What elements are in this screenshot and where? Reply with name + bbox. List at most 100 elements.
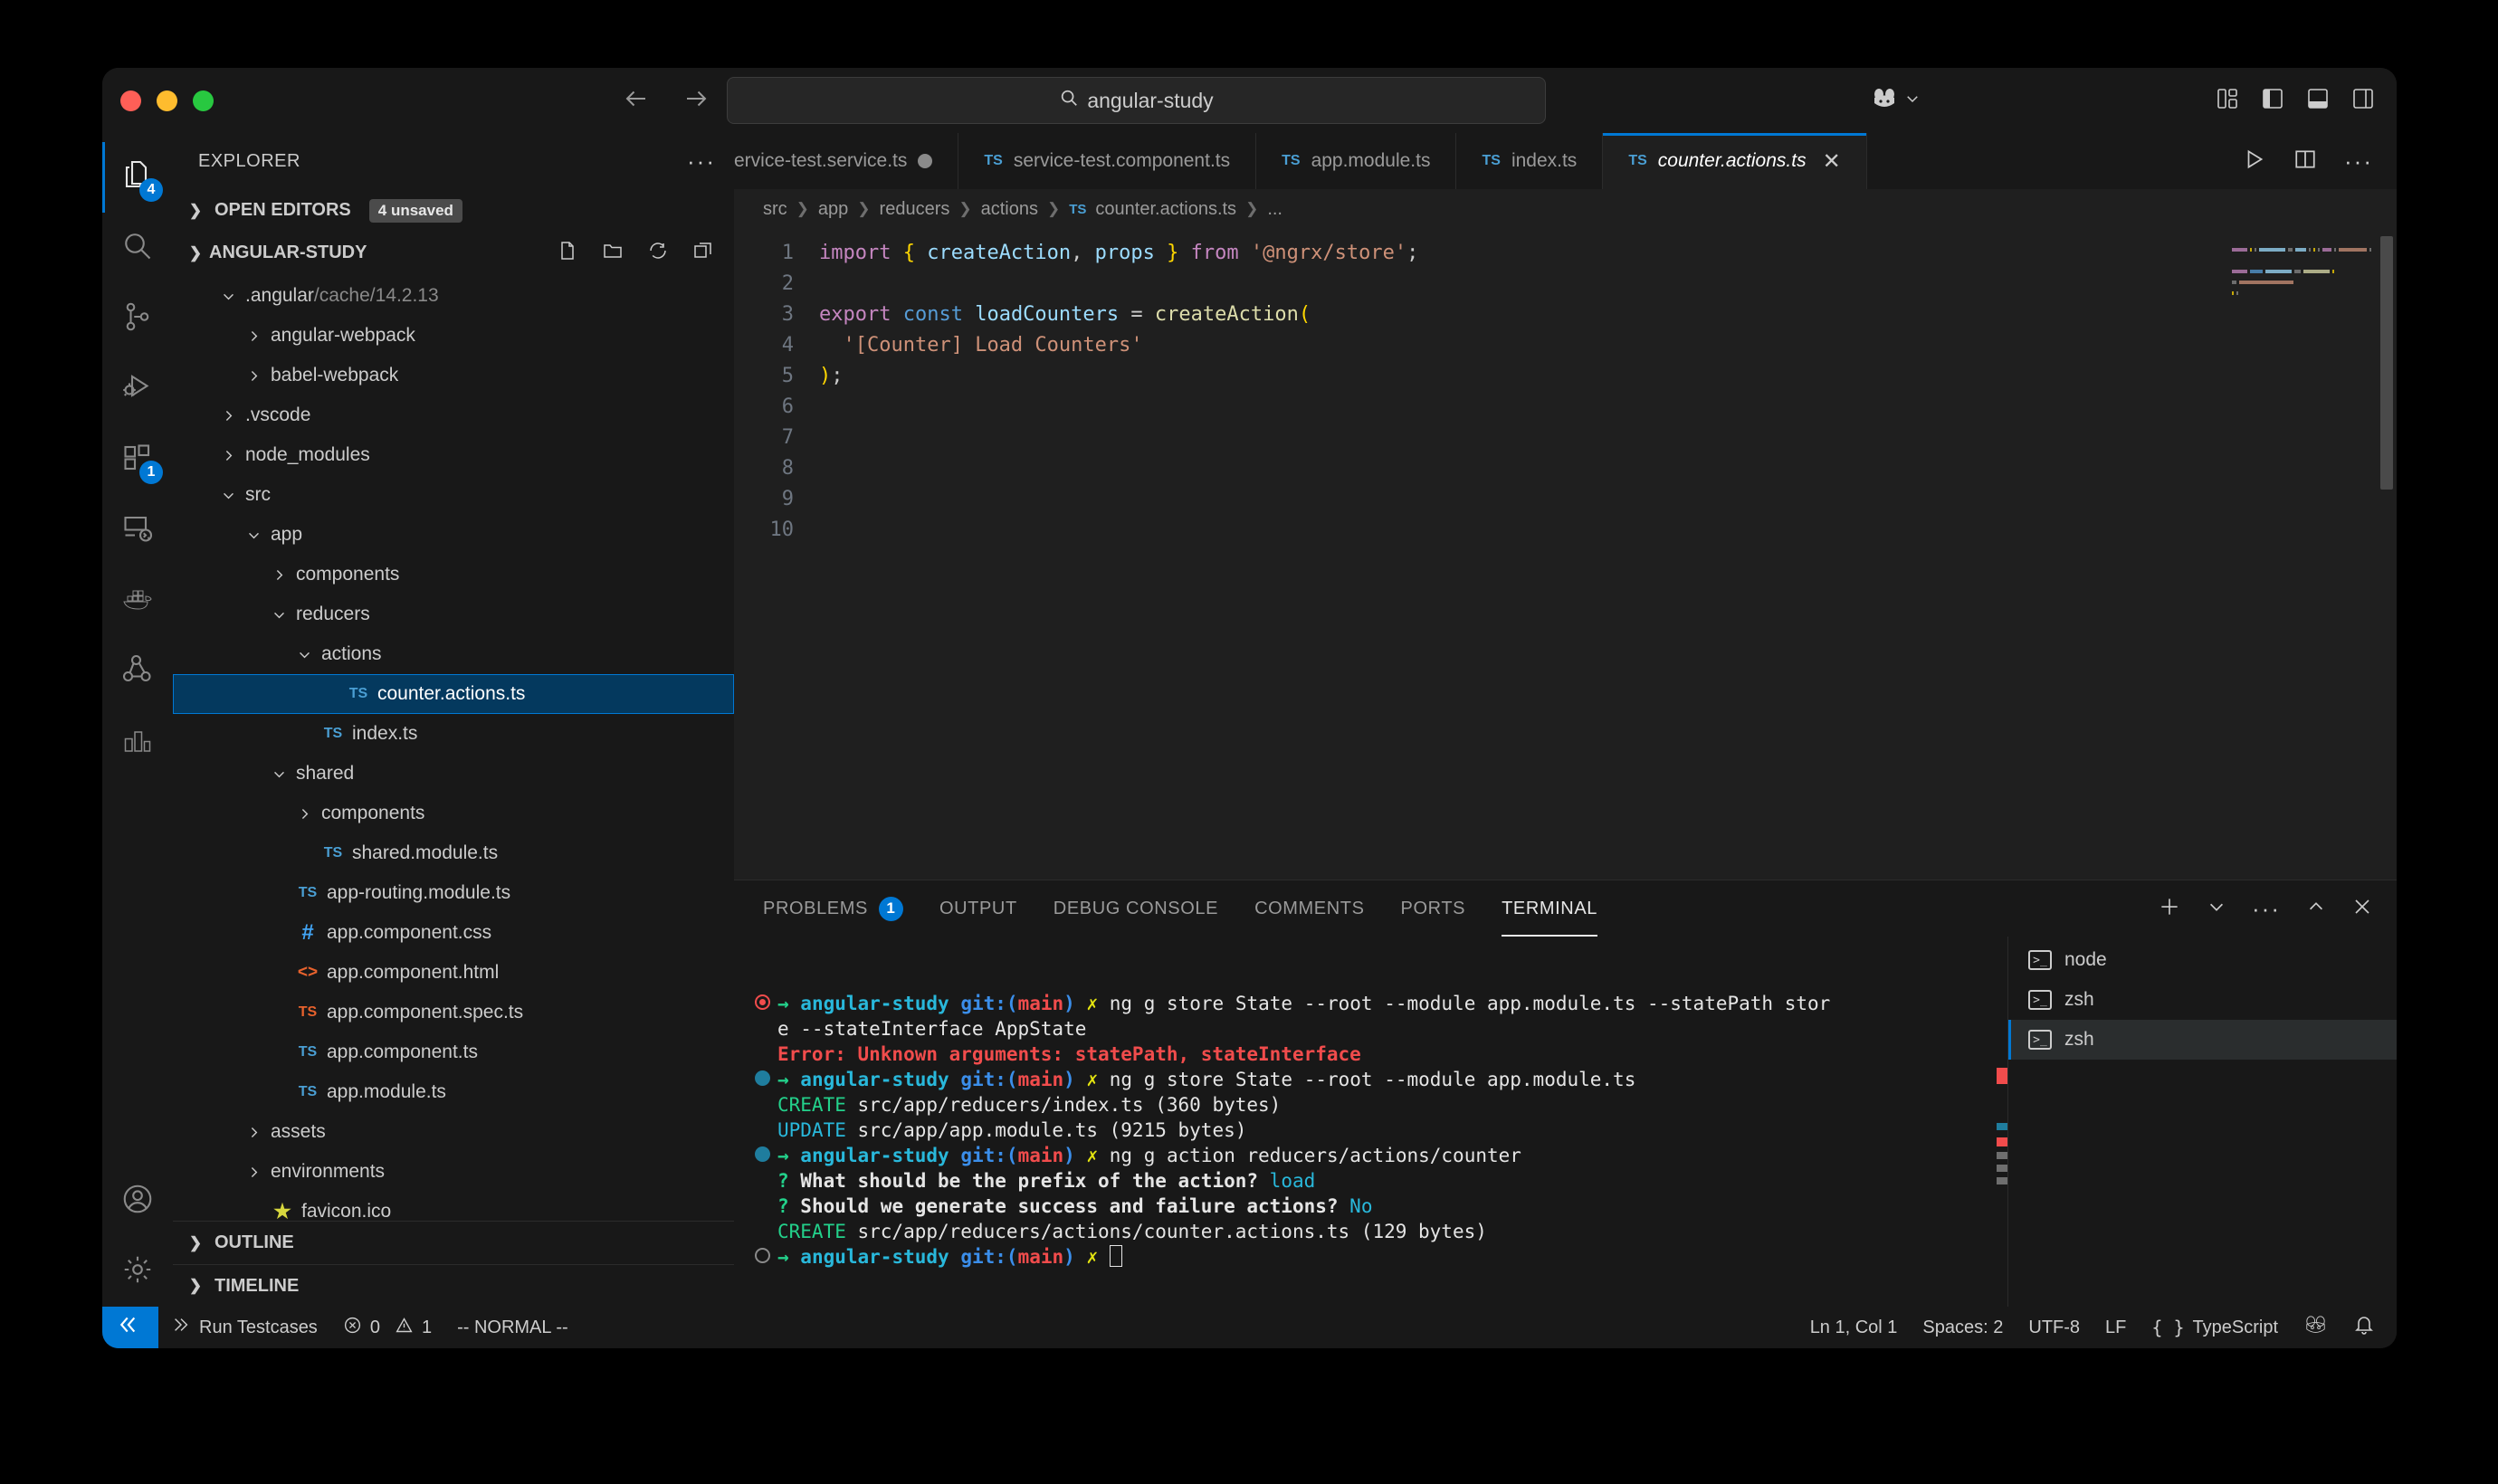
- chevron-right-icon[interactable]: [240, 1125, 267, 1140]
- problems-status-button[interactable]: 0 1: [330, 1307, 444, 1348]
- chevron-down-icon[interactable]: [215, 488, 242, 503]
- customize-layout-icon[interactable]: [2216, 87, 2239, 115]
- close-icon[interactable]: [2351, 896, 2373, 922]
- copilot-status-button[interactable]: [2291, 1307, 2341, 1348]
- tree-folder-row[interactable]: components: [173, 555, 734, 595]
- breadcrumb-item[interactable]: app: [818, 199, 848, 220]
- sidebar-item-remote-explorer[interactable]: [102, 495, 173, 566]
- sidebar-item-search[interactable]: [102, 213, 173, 283]
- breadcrumb-item[interactable]: src: [763, 199, 787, 220]
- tree-folder-row[interactable]: src: [173, 475, 734, 515]
- language-mode-button[interactable]: { } TypeScript: [2139, 1307, 2291, 1348]
- chevron-right-icon[interactable]: [265, 567, 292, 583]
- sidebar-item-docker[interactable]: [102, 566, 173, 636]
- chevron-right-icon[interactable]: [240, 1165, 267, 1180]
- toggle-secondary-sidebar-icon[interactable]: [2351, 87, 2375, 115]
- run-icon[interactable]: [2243, 147, 2266, 176]
- code-content[interactable]: import { createAction, props } from '@ng…: [806, 229, 2397, 880]
- refresh-icon[interactable]: [647, 240, 669, 267]
- tree-folder-row[interactable]: angular-webpack: [173, 316, 734, 356]
- chevron-down-icon[interactable]: [215, 289, 242, 304]
- panel-tab[interactable]: PROBLEMS1: [763, 880, 903, 937]
- breadcrumb-item[interactable]: ...: [1267, 199, 1282, 220]
- arrow-right-icon[interactable]: [682, 85, 710, 117]
- chevron-down-icon[interactable]: [291, 647, 318, 662]
- tree-file-row[interactable]: TSapp.component.ts: [173, 1032, 734, 1072]
- remote-window-button[interactable]: [102, 1307, 158, 1348]
- new-file-icon[interactable]: [557, 240, 578, 267]
- minimap[interactable]: [2232, 229, 2377, 880]
- editor-tab[interactable]: ervice-test.service.ts: [734, 133, 958, 189]
- chevron-right-icon[interactable]: [215, 448, 242, 463]
- chevron-up-icon[interactable]: [2306, 897, 2326, 921]
- minimize-window-button[interactable]: [157, 90, 177, 111]
- tree-file-row[interactable]: TSapp.module.ts: [173, 1072, 734, 1112]
- breadcrumb-item[interactable]: reducers: [880, 199, 950, 220]
- arrow-left-icon[interactable]: [623, 85, 650, 117]
- indentation-button[interactable]: Spaces: 2: [1910, 1307, 2016, 1348]
- chevron-down-icon[interactable]: [265, 607, 292, 623]
- chevron-down-icon[interactable]: [240, 528, 267, 543]
- new-terminal-icon[interactable]: [2158, 895, 2181, 923]
- sidebar-item-accounts[interactable]: [102, 1165, 173, 1236]
- more-actions-icon[interactable]: ···: [2344, 147, 2373, 176]
- chevron-down-icon[interactable]: [265, 766, 292, 782]
- sidebar-item-settings[interactable]: [102, 1236, 173, 1307]
- tree-folder-row[interactable]: shared: [173, 754, 734, 794]
- chevron-right-icon[interactable]: [240, 328, 267, 344]
- encoding-button[interactable]: UTF-8: [2016, 1307, 2093, 1348]
- sidebar-item-explorer[interactable]: 4: [102, 142, 173, 213]
- tree-folder-row[interactable]: babel-webpack: [173, 356, 734, 395]
- cursor-position-button[interactable]: Ln 1, Col 1: [1797, 1307, 1911, 1348]
- tree-file-row[interactable]: ★favicon.ico: [173, 1192, 734, 1221]
- eol-button[interactable]: LF: [2093, 1307, 2139, 1348]
- code-editor[interactable]: 12345678910 import { createAction, props…: [734, 229, 2397, 880]
- explorer-more-actions-icon[interactable]: ···: [687, 147, 716, 176]
- sidebar-item-project-manager[interactable]: [102, 707, 173, 777]
- toggle-primary-sidebar-icon[interactable]: [2261, 87, 2284, 115]
- tree-folder-row[interactable]: actions: [173, 634, 734, 674]
- chevron-right-icon[interactable]: [240, 368, 267, 384]
- tree-folder-row[interactable]: components: [173, 794, 734, 833]
- sidebar-item-source-control[interactable]: [102, 283, 173, 354]
- chevron-right-icon[interactable]: [215, 408, 242, 423]
- terminal-list-item[interactable]: >_node: [2008, 940, 2397, 980]
- terminal-list-item[interactable]: >_zsh: [2008, 1020, 2397, 1060]
- new-folder-icon[interactable]: [602, 240, 624, 267]
- terminal-scrollbar[interactable]: [1997, 937, 2007, 1307]
- editor-tab[interactable]: TSindex.ts: [1456, 133, 1603, 189]
- tree-file-row[interactable]: TSapp-routing.module.ts: [173, 873, 734, 913]
- sidebar-item-test-explorer[interactable]: [102, 636, 173, 707]
- tree-folder-row[interactable]: .angular/cache/14.2.13: [173, 276, 734, 316]
- tree-file-row[interactable]: TSindex.ts: [173, 714, 734, 754]
- project-root-row[interactable]: ❯ ANGULAR-STUDY: [173, 232, 734, 274]
- terminal-list-item[interactable]: >_zsh: [2008, 980, 2397, 1020]
- tree-folder-row[interactable]: reducers: [173, 595, 734, 634]
- maximize-window-button[interactable]: [193, 90, 214, 111]
- tree-folder-row[interactable]: node_modules: [173, 435, 734, 475]
- sidebar-item-extensions[interactable]: 1: [102, 424, 173, 495]
- editor-tab[interactable]: TSservice-test.component.ts: [958, 133, 1256, 189]
- split-editor-icon[interactable]: [2293, 147, 2317, 176]
- chevron-down-icon[interactable]: [2207, 897, 2226, 921]
- sidebar-item-run-and-debug[interactable]: [102, 354, 173, 424]
- chevron-right-icon[interactable]: [291, 806, 318, 822]
- tree-folder-row[interactable]: app: [173, 515, 734, 555]
- copilot-menu-button[interactable]: [1871, 87, 1921, 115]
- close-window-button[interactable]: [120, 90, 141, 111]
- run-testcases-button[interactable]: Run Testcases: [158, 1307, 330, 1348]
- editor-scrollbar[interactable]: [2380, 236, 2393, 490]
- outline-section[interactable]: ❯ OUTLINE: [173, 1222, 734, 1264]
- tree-folder-row[interactable]: environments: [173, 1152, 734, 1192]
- tree-file-row[interactable]: TSshared.module.ts: [173, 833, 734, 873]
- unsaved-dot-icon[interactable]: [918, 154, 932, 168]
- toggle-panel-icon[interactable]: [2306, 87, 2330, 115]
- panel-tab[interactable]: TERMINAL: [1502, 880, 1597, 937]
- panel-tab[interactable]: OUTPUT: [939, 880, 1017, 937]
- notifications-button[interactable]: [2341, 1307, 2397, 1348]
- tree-folder-row[interactable]: assets: [173, 1112, 734, 1152]
- open-editors-section[interactable]: ❯ OPEN EDITORS 4 unsaved: [173, 189, 734, 232]
- search-input[interactable]: angular-study: [727, 77, 1546, 124]
- panel-tab[interactable]: DEBUG CONSOLE: [1054, 880, 1218, 937]
- terminal-output[interactable]: → angular-study git:(main) ✗ ng g store …: [734, 937, 2007, 1307]
